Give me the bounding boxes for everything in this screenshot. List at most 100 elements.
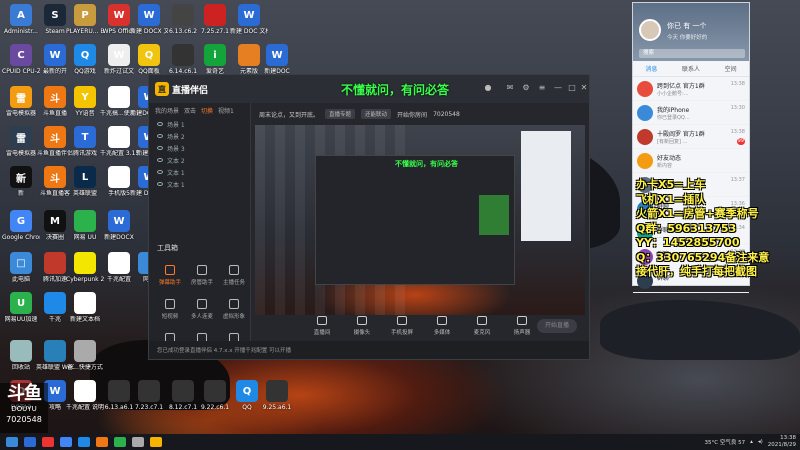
scene-item[interactable]: 文本 1 [149, 178, 250, 190]
desktop-icon[interactable]: W 新建 DOC 文档 [230, 4, 268, 35]
eye-icon[interactable] [157, 158, 163, 162]
taskbar-app-icon[interactable] [150, 437, 162, 447]
scene-item[interactable]: 场景 2 [149, 130, 250, 142]
qq-conversation[interactable]: 跨到亿点 官方1群 小小企鹅号:... 13:38 [633, 77, 749, 101]
desktop-icon[interactable]: W新建DOC [258, 44, 296, 75]
category-chip[interactable]: 直播专题 [325, 109, 356, 119]
scene-item[interactable]: 文本 1 [149, 166, 250, 178]
eye-icon[interactable] [157, 182, 163, 186]
desktop-icon[interactable]: 雷雷电模拟器 [2, 126, 40, 157]
menu-icon[interactable]: ≡ [537, 83, 547, 93]
qq-conversation[interactable]: 我的iPhone 你已登录QQ... 13:30 [633, 101, 749, 125]
tool-button[interactable]: 主播任务 [219, 265, 249, 286]
category-chip[interactable]: 还能联动 [361, 109, 392, 119]
desktop-icon[interactable]: L 英雄联盟 [66, 166, 104, 197]
stream-title[interactable]: 周末论点，又到开底。 [259, 110, 319, 119]
desktop-icon-label: Cyberpunk 2077 [66, 276, 104, 283]
tab-double[interactable]: 双击 [184, 106, 196, 115]
message-icon[interactable]: ✉ [505, 83, 515, 93]
desktop-icon[interactable]: Q QQ面板 [130, 44, 168, 75]
app-icon: Q [138, 44, 160, 66]
qq-signature[interactable]: 今天 你要好好的 [667, 33, 707, 41]
desktop-icon[interactable]: Q QQ游戏 [66, 44, 104, 75]
desktop-icon[interactable]: Cyberpunk 2077 [66, 252, 104, 283]
control-button[interactable]: 扬声器 [509, 316, 535, 336]
desktop-icon[interactable]: U 网易UU加速 [2, 292, 40, 323]
scene-item[interactable]: 文本 2 [149, 154, 250, 166]
tab-space[interactable]: 空间 [725, 64, 737, 73]
eye-icon[interactable] [157, 170, 163, 174]
qq-conversation[interactable]: 好友动态 新内容 [633, 149, 749, 173]
tool-button[interactable]: 短视频 [155, 299, 185, 320]
control-button[interactable]: 多媒体 [429, 316, 455, 336]
app-titlebar[interactable]: 直直播伴侣 不懂就问，有问必答 ● ✉ ⚙ ≡ — □ ✕ [149, 75, 589, 103]
control-button[interactable]: 摄像头 [349, 316, 375, 336]
eye-icon[interactable] [157, 146, 163, 150]
tab-scenes[interactable]: 我的场景 [155, 106, 179, 115]
desktop-icon[interactable]: P PLAYERU... BATTLEGR... [66, 4, 104, 35]
desktop-icon[interactable]: 新建文本档 [66, 292, 104, 323]
maximize-icon[interactable]: □ [567, 83, 577, 93]
settings-icon[interactable]: ⚙ [521, 83, 531, 93]
desktop-icon[interactable]: 新新 [2, 166, 40, 197]
go-live-button[interactable]: 开始直播 [537, 319, 577, 333]
desktop-icon[interactable]: i 爱奇艺 [196, 44, 234, 75]
control-button[interactable]: 手机投屏 [389, 316, 415, 336]
desktop-icon[interactable]: 雷雷电模拟器 [2, 86, 40, 117]
tab-video[interactable]: 视频1 [218, 106, 234, 115]
qq-search-input[interactable]: 搜索 [639, 49, 745, 58]
user-avatar[interactable]: ● [483, 83, 493, 93]
desktop-icon[interactable]: T 腾讯游戏 [66, 126, 104, 157]
desktop-icon[interactable]: A Administr... [2, 4, 40, 35]
taskbar-app-icon[interactable] [78, 437, 90, 447]
desktop-icon-label: 新 [17, 190, 24, 197]
desktop-icon[interactable]: 网易 UU [66, 210, 104, 241]
taskbar-app-icon[interactable] [132, 437, 144, 447]
desktop-icon[interactable]: W 新建DOCX [100, 210, 138, 241]
tab-messages[interactable]: 消息 [645, 64, 657, 73]
tool-label: 虚拟形象 [222, 314, 245, 320]
wifi-icon[interactable]: ▴ [750, 439, 753, 445]
scene-item[interactable]: 场景 1 [149, 118, 250, 130]
tool-button[interactable]: 多人连麦 [187, 299, 217, 320]
desktop-icon[interactable]: 9.25.a6.1 [258, 380, 296, 411]
start-button[interactable] [6, 437, 18, 447]
volume-icon[interactable]: ◂) [758, 439, 763, 445]
desktop-icon[interactable]: 回收站 [2, 340, 40, 371]
tool-icon [197, 265, 207, 275]
taskbar-app-icon[interactable] [96, 437, 108, 447]
control-button[interactable]: 麦克风 [469, 316, 495, 336]
desktop-icon[interactable]: Y YY语音 [66, 86, 104, 117]
qq-conversation[interactable]: 十殿阎罗 官方1群 [有新回复] ... 13:38 99 [633, 125, 749, 149]
taskbar-app-icon[interactable] [24, 437, 36, 447]
desktop-icon[interactable]: 7.23.c7.1 [130, 380, 168, 411]
desktop-icon[interactable]: 备...快捷方式 [66, 340, 104, 371]
taskbar-app-icon[interactable] [60, 437, 72, 447]
control-label: 多媒体 [433, 330, 451, 336]
tool-button[interactable]: 房管助手 [187, 265, 217, 286]
desktop-icon[interactable]: C CPUID CPU-Z [2, 44, 40, 75]
minimize-icon[interactable]: — [553, 83, 563, 93]
tab-contacts[interactable]: 联系人 [682, 64, 700, 73]
streaming-app-window[interactable]: 直直播伴侣 不懂就问，有问必答 ● ✉ ⚙ ≡ — □ ✕ 我的场景 双击 切换… [148, 74, 590, 360]
desktop-icon[interactable]: W 新建 DOCX 文档 [130, 4, 168, 35]
weather-widget[interactable]: 35°C 空气良 57 [705, 438, 746, 446]
desktop-icon[interactable]: 7.25.z7.1 [196, 4, 234, 35]
clock[interactable]: 13:38 2021/8/29 [768, 435, 796, 449]
taskbar-app-icon[interactable] [114, 437, 126, 447]
eye-icon[interactable] [157, 134, 163, 138]
scene-item[interactable]: 场景 3 [149, 142, 250, 154]
tool-button[interactable]: 虚拟形象 [219, 299, 249, 320]
desktop-icon[interactable]: 千兆配置 说明 [66, 380, 104, 411]
desktop-icon[interactable]: □ 此电脑 [2, 252, 40, 283]
close-icon[interactable]: ✕ [579, 83, 589, 93]
control-button[interactable]: 直播间 [309, 316, 335, 336]
eye-icon[interactable] [157, 122, 163, 126]
tool-button[interactable]: 弹幕助手 [155, 265, 185, 286]
stream-preview[interactable]: 不懂就问，有问必答 [255, 125, 585, 315]
avatar [637, 128, 653, 145]
qq-avatar[interactable] [639, 19, 661, 41]
desktop-icon[interactable]: G Google Chrome [2, 210, 40, 241]
tab-switch[interactable]: 切换 [201, 106, 213, 115]
taskbar-app-icon[interactable] [42, 437, 54, 447]
